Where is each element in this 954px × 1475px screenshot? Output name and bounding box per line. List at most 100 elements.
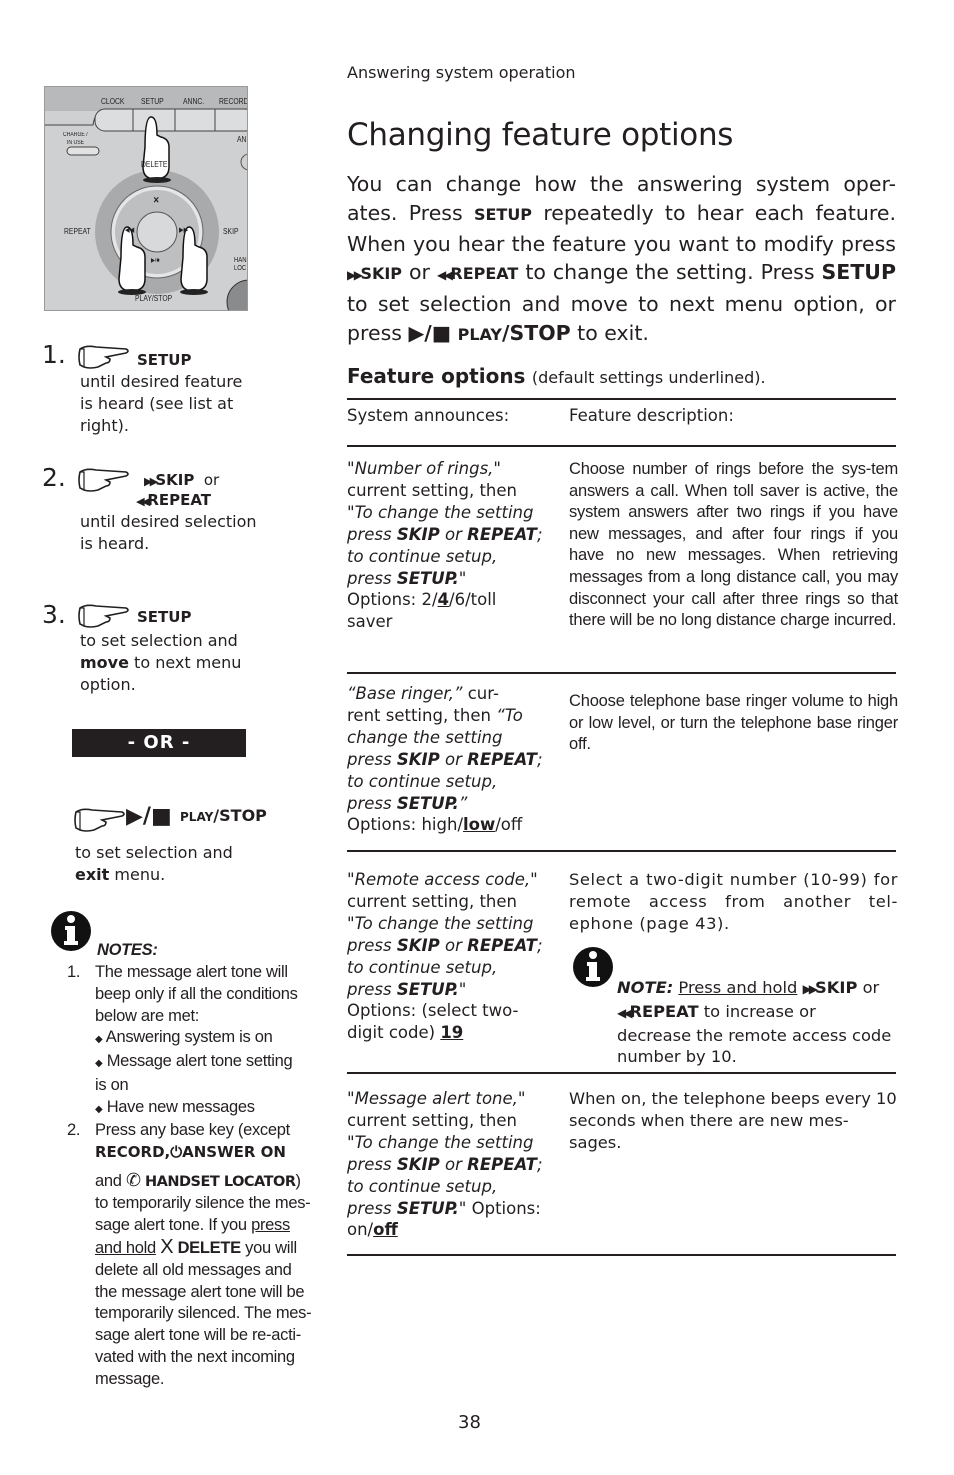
default-option: off	[373, 1220, 398, 1240]
handset-icon: ✆	[125, 1169, 141, 1190]
phone-keypad-graphic	[45, 87, 247, 310]
text-fragment: ”	[458, 793, 468, 813]
step-3-text: to set selection and move to next menu o…	[80, 630, 241, 696]
text-line: move to next menu	[80, 652, 241, 674]
text-fragment: ;	[536, 935, 543, 955]
delete-bold: DELETE	[177, 1238, 242, 1257]
delete-x-icon: ✕	[153, 195, 160, 205]
text-line: option.	[80, 675, 136, 694]
table-row-message-alert-announce: "Message alert tone," current setting, t…	[347, 1088, 557, 1241]
repeat-bold: REPEAT	[467, 1154, 537, 1174]
setup-key-label: SETUP	[821, 260, 896, 285]
text-fragment: sage alert tone. If you	[95, 1216, 252, 1235]
text-fragment: ;	[536, 524, 543, 544]
text-line: "To change the setting	[347, 913, 534, 933]
table-row-remote-access-announce: "Remote access code," current setting, t…	[347, 869, 557, 1044]
table-row-remote-access-description: Select a two-digit number (10-99) for re…	[569, 870, 898, 933]
text-line: the message alert tone will be	[95, 1282, 305, 1301]
rewind-icon: ◀◀	[617, 1005, 633, 1020]
column-header-announces: System announces:	[347, 406, 510, 425]
text-fragment: /off	[495, 815, 523, 835]
text-fragment: press	[347, 1154, 397, 1174]
press-hold-underline: press	[251, 1216, 290, 1235]
bullet-item: ◆ Message alert tone setting	[95, 1052, 293, 1071]
section-header: Answering system operation	[347, 63, 576, 82]
press-hold-underline: Press and hold	[678, 978, 798, 997]
or-divider: - OR -	[72, 729, 246, 757]
setup-bold: SETUP.	[396, 979, 459, 999]
step-2: 2.	[42, 463, 66, 492]
or-text: or	[203, 471, 220, 489]
delete-x-icon: X	[160, 1235, 174, 1258]
text-fragment: press	[347, 979, 397, 999]
text-line: The message alert tone will	[95, 963, 288, 981]
text-line: to continue setup,	[347, 546, 498, 566]
text-line: press SKIP or REPEAT;	[347, 749, 557, 771]
move-bold: move	[80, 653, 129, 672]
text-fragment: digit code)	[347, 1023, 441, 1043]
text-fragment: ;	[536, 1154, 543, 1174]
text-line: exit menu.	[75, 864, 233, 886]
page-title: Changing feature options	[347, 117, 734, 153]
text-fragment: press	[347, 568, 397, 588]
bullet-item: ◆ Answering system is on	[95, 1028, 273, 1047]
bullet-item: ◆ Have new messages	[95, 1097, 255, 1116]
step-1: 1.	[42, 340, 66, 369]
text-fragment: or	[439, 935, 468, 955]
text-fragment: menu.	[109, 865, 166, 884]
text-line: Press any base key (except	[95, 1121, 290, 1139]
text-line: NOTE: Press and hold ▶▶SKIP or	[617, 977, 902, 1001]
text-line: change the setting	[347, 727, 503, 747]
stop-label: /STOP	[213, 806, 267, 825]
text-line: current setting, then	[347, 891, 517, 911]
repeat-bold: REPEAT	[629, 1001, 699, 1021]
text-fragment: ;	[536, 749, 543, 769]
text-line: press SKIP or REPEAT;	[347, 935, 557, 957]
text-line: current setting, then	[347, 480, 517, 500]
bullet-text: Message alert tone setting	[106, 1052, 293, 1071]
text-line: press SKIP or REPEAT;	[347, 1154, 557, 1176]
feature-name: “Base ringer,”	[347, 684, 463, 703]
text-line: is heard.	[80, 534, 150, 553]
note-1: 1. The message alert tone will beep only…	[67, 962, 337, 1121]
text-line: until desired selection	[80, 512, 257, 531]
text-fragment: Options: 2/	[347, 590, 438, 610]
text-line: press SETUP." Options:	[347, 1198, 557, 1220]
heading-subtext: (default settings underlined).	[531, 368, 766, 387]
text-fragment: to next menu	[128, 653, 242, 672]
text-line: and ✆ HANDSET LOCATOR)	[95, 1170, 342, 1194]
notes-title: NOTES:	[97, 941, 158, 959]
text-line: press SETUP."	[347, 568, 557, 590]
answer-on-bold: ANSWER ON	[182, 1142, 286, 1161]
text-line: vated with the next incoming	[95, 1347, 295, 1366]
default-option: low	[463, 815, 496, 835]
text-fragment: and	[95, 1171, 122, 1190]
text-fragment: press	[347, 935, 397, 955]
pointing-hand-icon	[74, 808, 125, 832]
note-2: 2. Press any base key (except RECORD,⏻AN…	[67, 1120, 342, 1391]
feature-name: "Number of rings,"	[347, 459, 501, 478]
default-option: 19	[440, 1023, 464, 1043]
table-row-message-alert-description: When on, the telephone beeps every 10 se…	[569, 1089, 897, 1152]
bullet-text: Answering system is on	[105, 1028, 273, 1047]
text-line: press SKIP or REPEAT;	[347, 524, 557, 546]
phone-label-locator: LOC	[234, 265, 247, 272]
options-line: Options: 2/4/6/toll	[347, 589, 557, 611]
intro-paragraph: You can change how the answering system …	[347, 170, 896, 350]
text-line: to set selection and	[75, 843, 233, 862]
text-line: to continue setup,	[347, 771, 498, 791]
rewind-icon: ◀◀	[136, 495, 150, 508]
text-fragment: or	[402, 260, 437, 285]
play-stop-text: to set selection and exit menu.	[75, 842, 233, 886]
press-hold-underline: and hold	[95, 1238, 156, 1257]
phone-label-delete: DELETE	[141, 160, 168, 169]
power-icon: ⏻	[170, 1142, 183, 1161]
text-line: rent setting, then “To	[347, 705, 557, 727]
play-stop-label: PLAY/STOP	[180, 806, 267, 825]
text-line: number by 10.	[617, 1047, 737, 1067]
setup-button-label: SETUP	[137, 351, 192, 369]
handset-locator-bold: HANDSET LOCATOR	[145, 1173, 296, 1190]
setup-button-label: SETUP	[137, 608, 192, 626]
step-number: 2.	[42, 463, 66, 492]
repeat-key-label: REPEAT	[450, 264, 519, 284]
